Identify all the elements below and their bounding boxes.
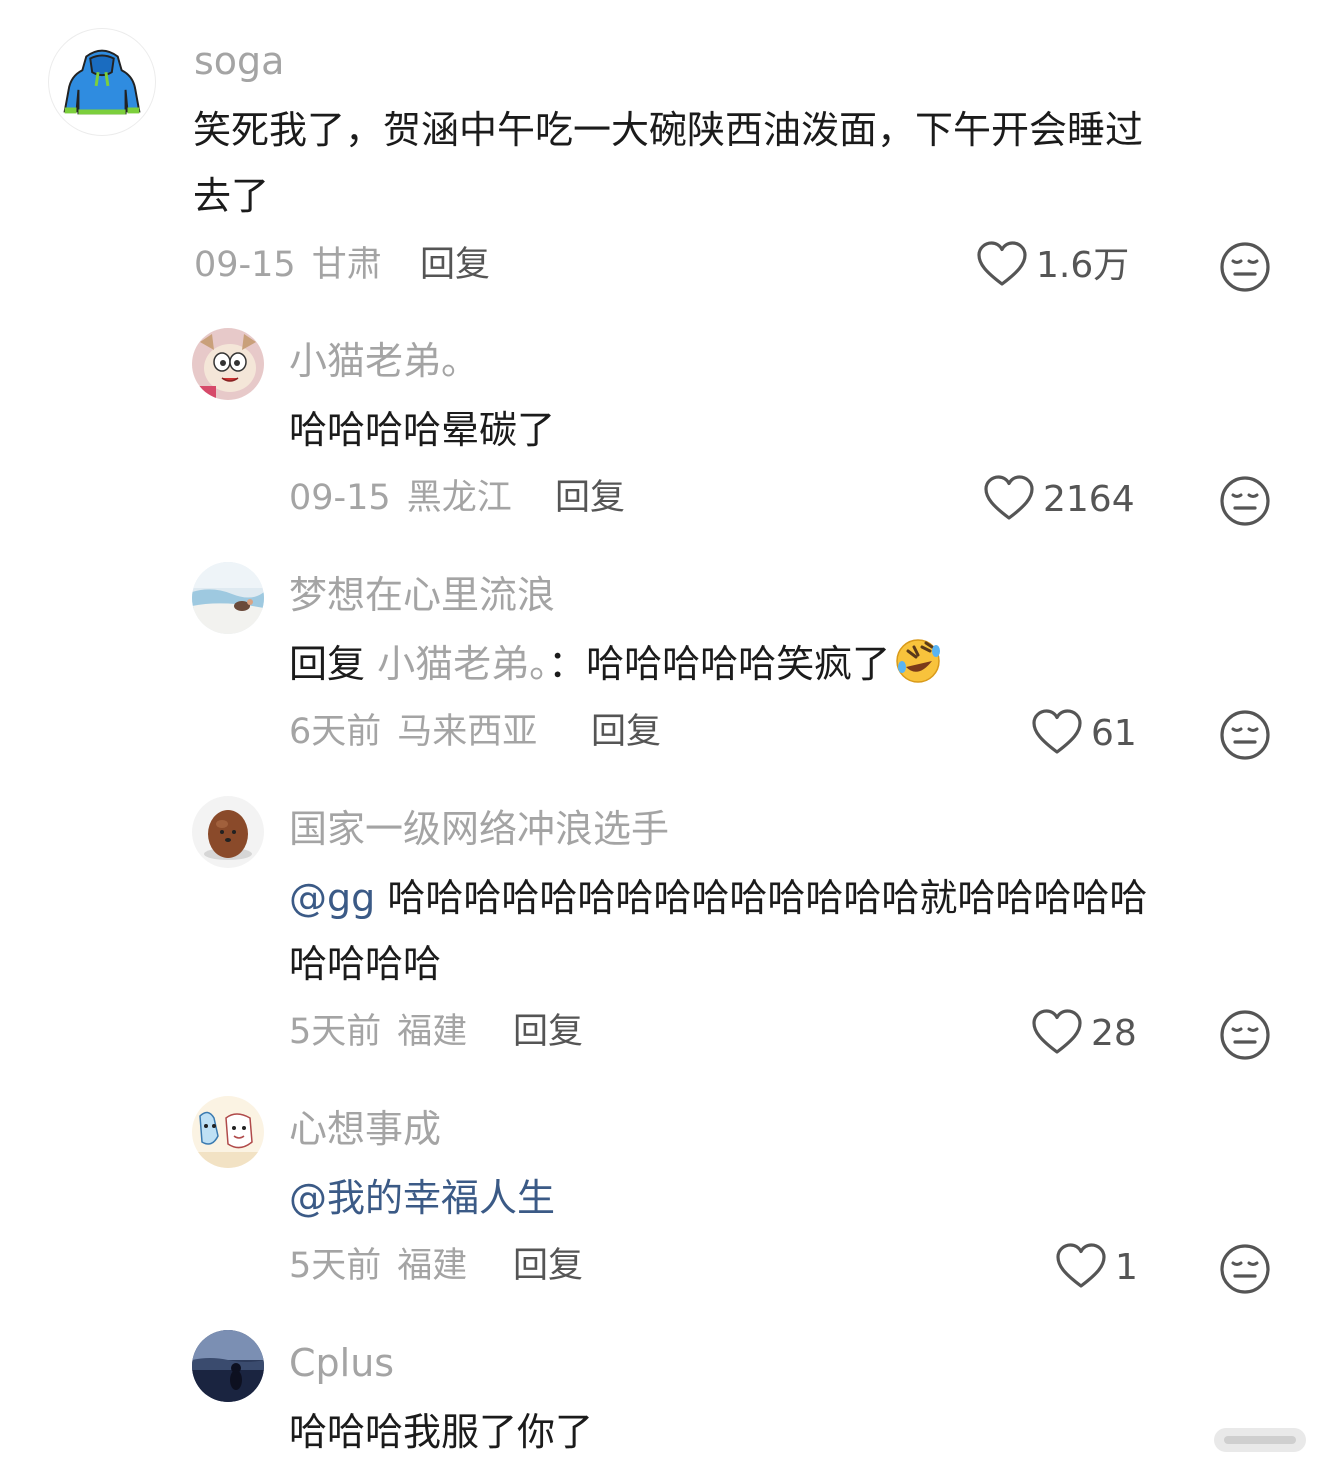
meh-face-icon (1219, 1244, 1271, 1299)
rolling-on-floor-laughing-emoji (894, 637, 942, 685)
heart-outline-icon (1031, 1008, 1083, 1060)
avatar[interactable] (48, 28, 156, 136)
dislike-button[interactable] (1219, 709, 1271, 761)
comment-meta: 5天前 福建 (289, 1249, 467, 1284)
dislike-button[interactable] (1219, 1243, 1271, 1295)
username[interactable]: Cplus (289, 1344, 394, 1382)
reply-button[interactable]: 回复 (555, 481, 625, 516)
meh-face-icon (1219, 242, 1271, 297)
comment-date: 6天前 (289, 712, 382, 752)
reply-target-username[interactable]: 小猫老弟。 (377, 642, 548, 686)
mention-link[interactable]: @我的幸福人生 (289, 1176, 555, 1220)
username[interactable]: 梦想在心里流浪 (289, 576, 555, 614)
comment-text: 笑死我了，贺涵中午吃一大碗陕西油泼面，下午开会睡过 去了 (193, 108, 1144, 218)
avatar[interactable] (192, 562, 264, 634)
reply-button[interactable]: 回复 (513, 1015, 583, 1050)
like-count: 1.6万 (1036, 245, 1130, 286)
comment-meta: 09-15 黑龙江 (289, 481, 512, 516)
avatar[interactable] (192, 796, 264, 868)
reply-button[interactable]: 回复 (591, 715, 661, 750)
scrollbar[interactable] (1214, 1428, 1306, 1452)
comment-text: @我的幸福人生 (289, 1165, 555, 1231)
comment-location: 甘肃 (311, 245, 382, 285)
comment-meta: 5天前 福建 (289, 1015, 467, 1050)
like-button[interactable]: 61 (1031, 706, 1137, 762)
comment-text: 回复 小猫老弟。：哈哈哈哈哈笑疯了 (289, 631, 942, 697)
scrollbar-thumb[interactable] (1224, 1436, 1296, 1444)
like-button[interactable]: 28 (1031, 1006, 1137, 1062)
username[interactable]: 心想事成 (289, 1110, 441, 1148)
reply-prefix: 回复 (289, 642, 366, 686)
comment-date: 09-15 (289, 478, 391, 518)
like-button[interactable]: 1 (1055, 1240, 1138, 1296)
username[interactable]: 小猫老弟。 (289, 342, 479, 380)
comment-date: 5天前 (289, 1246, 382, 1286)
comment-meta: 09-15 甘肃 (194, 248, 382, 283)
meh-face-icon (1219, 1010, 1271, 1065)
like-count: 1 (1115, 1247, 1138, 1288)
dislike-button[interactable] (1219, 1009, 1271, 1061)
username[interactable]: soga (194, 42, 284, 80)
username[interactable]: 国家一级网络冲浪选手 (289, 810, 669, 848)
comment-text: 哈哈哈我服了你了 (289, 1410, 594, 1454)
heart-outline-icon (1031, 708, 1083, 760)
comment-location: 福建 (397, 1012, 468, 1052)
avatar[interactable] (192, 1096, 264, 1168)
like-count: 28 (1091, 1013, 1137, 1054)
avatar[interactable] (192, 328, 264, 400)
avatar[interactable] (192, 1330, 264, 1402)
reply-button[interactable]: 回复 (513, 1249, 583, 1284)
like-count: 61 (1091, 713, 1137, 754)
like-button[interactable]: 2164 (983, 472, 1135, 528)
comment-location: 马来西亚 (397, 712, 538, 752)
meh-face-icon (1219, 710, 1271, 765)
comment-meta: 6天前 马来西亚 (289, 715, 537, 750)
mention-link[interactable]: @gg (289, 876, 375, 920)
comment-text: 哈哈哈哈晕碳了 (289, 408, 556, 452)
comment-location: 福建 (397, 1246, 468, 1286)
heart-outline-icon (976, 240, 1028, 292)
reply-button[interactable]: 回复 (420, 248, 490, 283)
dislike-button[interactable] (1219, 241, 1271, 293)
comment-date: 09-15 (194, 245, 296, 285)
heart-outline-icon (1055, 1242, 1107, 1294)
dislike-button[interactable] (1219, 475, 1271, 527)
like-count: 2164 (1043, 479, 1135, 520)
comment-text: @gg 哈哈哈哈哈哈哈哈哈哈哈哈哈哈就哈哈哈哈哈 哈哈哈哈 (289, 876, 1148, 986)
heart-outline-icon (983, 474, 1035, 526)
comment-location: 黑龙江 (406, 478, 512, 518)
comment-date: 5天前 (289, 1012, 382, 1052)
like-button[interactable]: 1.6万 (976, 238, 1129, 294)
meh-face-icon (1219, 476, 1271, 531)
